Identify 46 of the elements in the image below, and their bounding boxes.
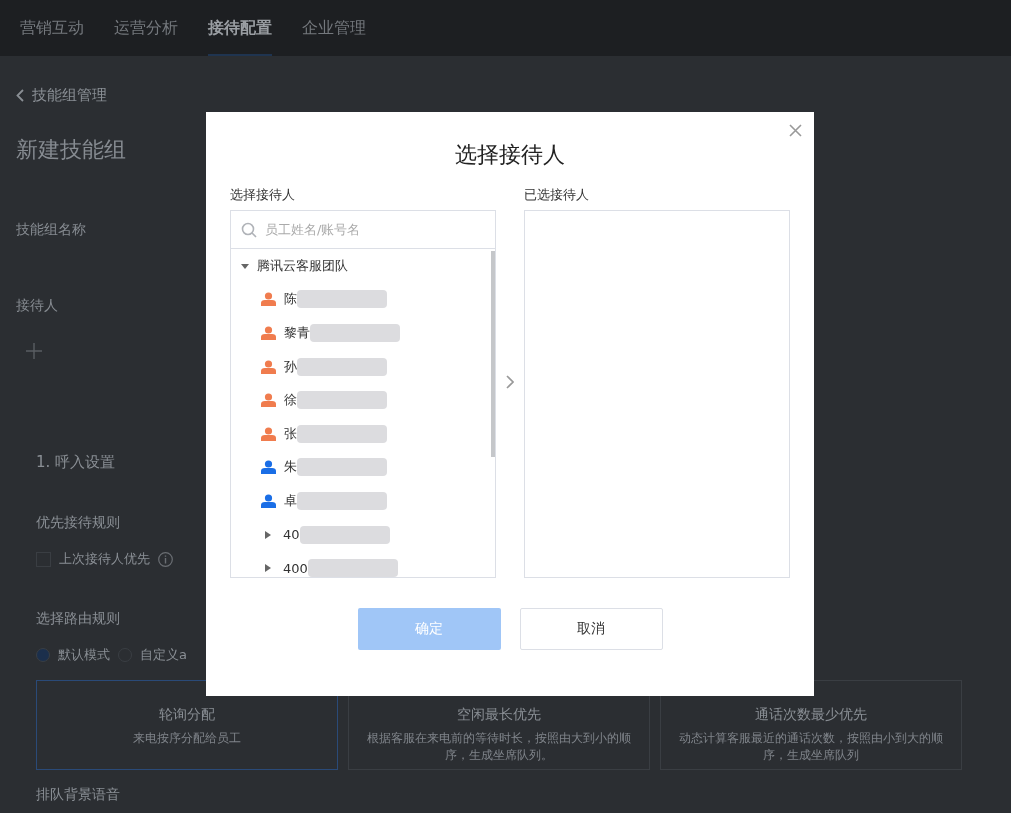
tree-item[interactable]: 徐 — [284, 391, 297, 410]
tree-item[interactable]: 40 — [283, 527, 300, 543]
dialog-title: 选择接待人 — [454, 141, 566, 169]
nav-tab[interactable]: 接待配置 — [208, 0, 272, 56]
card-description: 来电按序分配给员工 — [133, 730, 241, 747]
tree-item[interactable]: 400 — [283, 560, 308, 576]
field-label: 排队背景语音 — [36, 786, 120, 804]
radio-button[interactable] — [36, 648, 50, 662]
info-icon[interactable] — [158, 551, 173, 567]
card-description: 动态计算客服最近的通话次数，按照由小到大的顺序，生成坐席队列 — [678, 730, 944, 764]
caret-icon[interactable] — [265, 530, 271, 539]
cancel-button[interactable]: 取消 — [519, 608, 663, 650]
field-label: 技能组名称 — [16, 221, 86, 239]
field-label: 选择路由规则 — [36, 610, 120, 628]
tree-item[interactable]: 张 — [284, 424, 297, 443]
field-label: 接待人 — [16, 297, 58, 315]
card-description: 根据客服在来电前的等待时长，按照由大到小的顺序，生成坐席队列。 — [366, 730, 632, 764]
radio-label: 默认模式 — [58, 646, 110, 664]
tree-item[interactable]: 孙 — [284, 357, 297, 376]
chevron-right-icon[interactable] — [506, 375, 514, 389]
tree-item[interactable]: 腾讯云客服团队 — [257, 256, 348, 275]
caret-icon[interactable] — [241, 261, 249, 270]
nav-tab[interactable]: 运营分析 — [114, 0, 178, 56]
panel-label: 选择接待人 — [230, 186, 296, 204]
tree-item[interactable]: 朱 — [284, 458, 297, 477]
checkbox-label: 上次接待人优先 — [59, 550, 150, 568]
section-title: 1. 呼入设置 — [36, 453, 116, 472]
radio-label: 自定义a — [140, 646, 187, 664]
chevron-left-icon[interactable] — [16, 89, 24, 102]
caret-icon[interactable] — [265, 564, 271, 573]
page-title: 新建技能组 — [16, 136, 126, 164]
back-link[interactable]: 技能组管理 — [32, 86, 107, 105]
card-title: 轮询分配 — [159, 706, 215, 724]
tree-item[interactable]: 卓 — [284, 491, 297, 510]
scrollbar[interactable] — [491, 251, 495, 457]
tree-item[interactable]: 陈 — [284, 290, 297, 309]
panel-label: 已选接待人 — [524, 186, 590, 204]
add-icon[interactable] — [26, 343, 42, 359]
card-title: 通话次数最少优先 — [755, 706, 867, 724]
nav-tab[interactable]: 营销互动 — [20, 0, 84, 56]
close-icon[interactable] — [789, 124, 802, 137]
card-title: 空闲最长优先 — [457, 706, 541, 724]
tree-item[interactable]: 黎青 — [284, 324, 310, 342]
search-icon — [241, 221, 257, 238]
field-label: 优先接待规则 — [36, 514, 120, 532]
nav-tab[interactable]: 企业管理 — [302, 0, 366, 56]
